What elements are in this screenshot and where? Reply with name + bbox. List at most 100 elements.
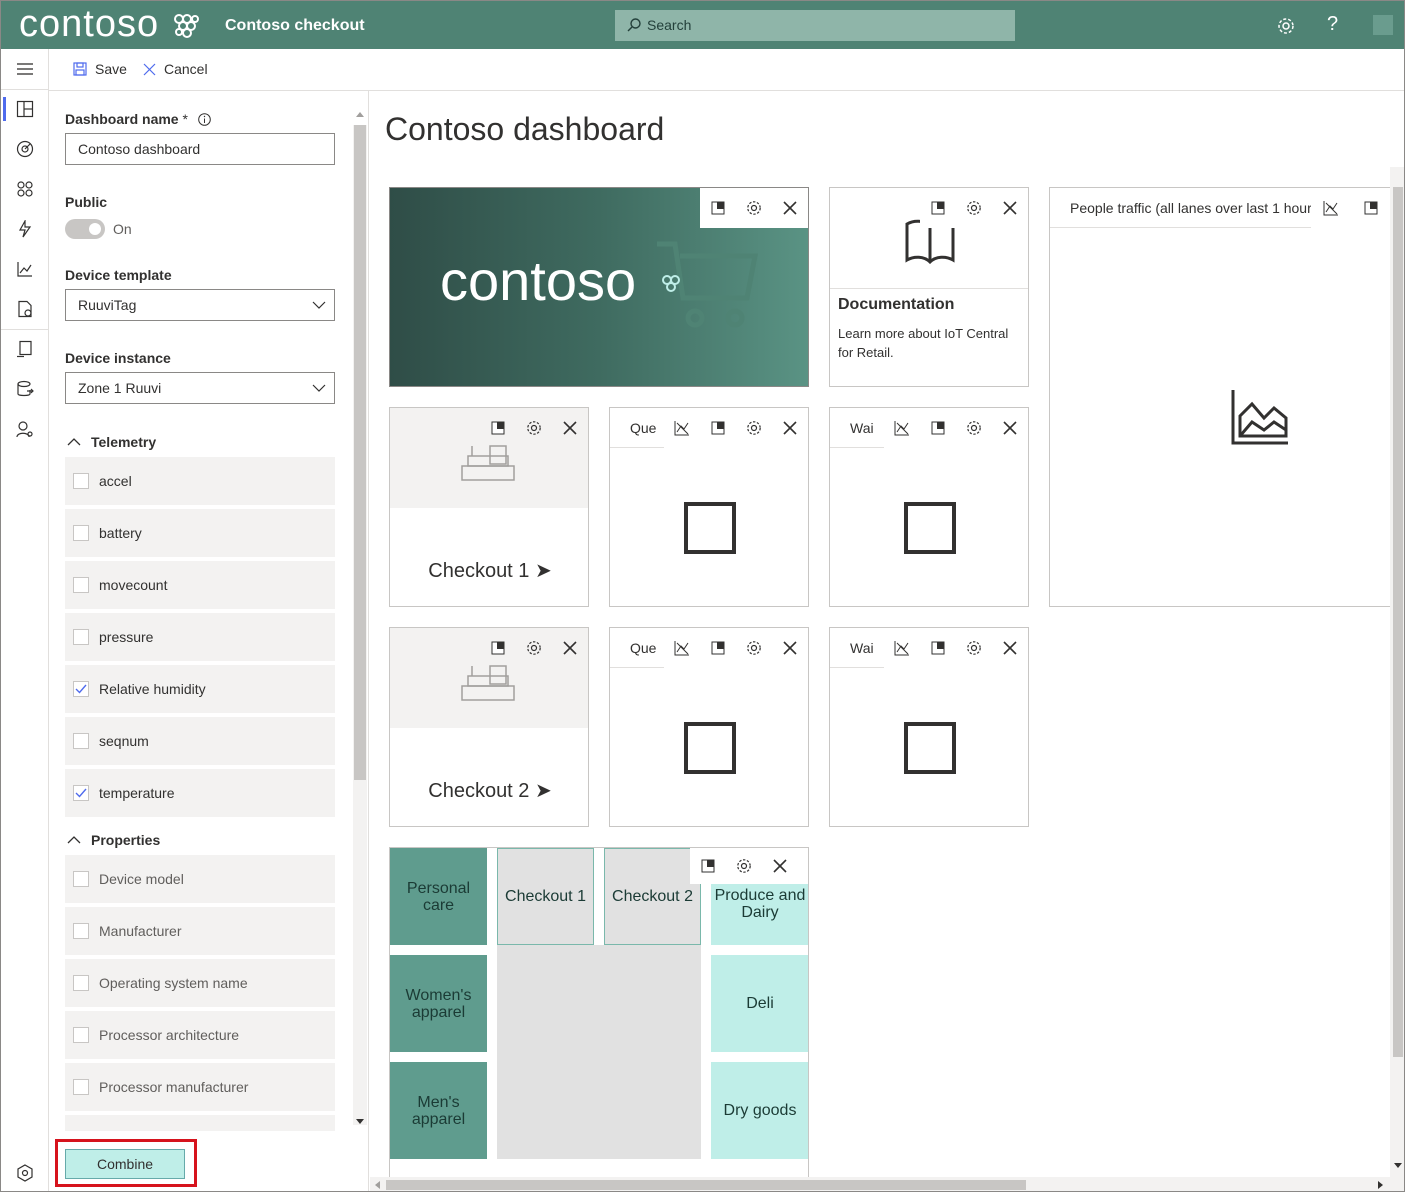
gear-icon[interactable]: [736, 200, 772, 216]
telemetry-checkbox-pressure[interactable]: pressure: [65, 613, 335, 661]
store-map-tile[interactable]: Personal care Checkout 1 Checkout 2 Prod…: [389, 847, 809, 1177]
scrollbar-thumb[interactable]: [1393, 187, 1403, 1057]
scrollbar-thumb[interactable]: [386, 1180, 1026, 1190]
checkbox[interactable]: [73, 473, 89, 489]
wait-time-tile-1[interactable]: Wai: [829, 407, 1029, 607]
nav-jobs-icon[interactable]: [1, 289, 49, 329]
dashboard-horizontal-scrollbar[interactable]: [370, 1177, 1404, 1191]
checkbox[interactable]: [73, 733, 89, 749]
telemetry-checkbox-seqnum[interactable]: seqnum: [65, 717, 335, 765]
store-zone-checkout-2[interactable]: Checkout 2: [604, 848, 701, 945]
telemetry-section-toggle[interactable]: Telemetry: [67, 434, 156, 450]
nav-device-groups-icon[interactable]: [1, 169, 49, 209]
checkbox[interactable]: [73, 871, 89, 887]
brand-logo[interactable]: contoso: [19, 3, 159, 46]
close-icon[interactable]: [772, 641, 808, 655]
scrollbar-thumb[interactable]: [354, 125, 366, 780]
resize-tile-icon[interactable]: [1351, 201, 1391, 215]
telemetry-checkbox-temperature[interactable]: temperature: [65, 769, 335, 817]
nav-app-settings-icon[interactable]: [1, 1153, 49, 1191]
checkout-2-tile[interactable]: Checkout 2 ➤: [389, 627, 589, 827]
nav-rules-icon[interactable]: [1, 209, 49, 249]
help-icon[interactable]: ?: [1327, 13, 1338, 36]
checkbox[interactable]: [73, 975, 89, 991]
gear-icon[interactable]: [516, 640, 552, 656]
properties-section-toggle[interactable]: Properties: [67, 832, 160, 848]
close-icon[interactable]: [772, 421, 808, 435]
property-checkbox-os-name[interactable]: Operating system name: [65, 959, 335, 1007]
checkout-1-tile[interactable]: Checkout 1 ➤: [389, 407, 589, 607]
store-zone-womens-apparel[interactable]: Women's apparel: [390, 955, 487, 1052]
checkbox-checked[interactable]: [73, 681, 89, 697]
close-icon[interactable]: [552, 641, 588, 655]
property-checkbox-device-model[interactable]: Device model: [65, 855, 335, 903]
nav-dashboard-icon[interactable]: [1, 89, 49, 129]
panel-scrollbar[interactable]: [353, 107, 367, 1131]
resize-tile-icon[interactable]: [920, 421, 956, 435]
combine-button[interactable]: Combine: [65, 1149, 185, 1179]
chart-type-icon[interactable]: [884, 640, 920, 656]
property-checkbox-manufacturer[interactable]: Manufacturer: [65, 907, 335, 955]
checkout-2-label[interactable]: Checkout 2 ➤: [390, 778, 588, 803]
telemetry-checkbox-battery[interactable]: battery: [65, 509, 335, 557]
dashboard-name-field[interactable]: Contoso dashboard: [65, 133, 335, 165]
chart-type-icon[interactable]: [664, 420, 700, 436]
nav-device-templates-icon[interactable]: [1, 329, 49, 369]
resize-tile-icon[interactable]: [480, 641, 516, 655]
resize-tile-icon[interactable]: [480, 421, 516, 435]
store-zone-deli[interactable]: Deli: [711, 955, 808, 1052]
resize-tile-icon[interactable]: [690, 859, 726, 873]
checkbox[interactable]: [73, 577, 89, 593]
nav-analytics-icon[interactable]: [1, 249, 49, 289]
chart-type-icon[interactable]: [1311, 200, 1351, 216]
close-icon[interactable]: [992, 421, 1028, 435]
telemetry-checkbox-accel[interactable]: accel: [65, 457, 335, 505]
close-icon[interactable]: [992, 641, 1028, 655]
gear-icon[interactable]: [956, 420, 992, 436]
hamburger-menu-icon[interactable]: [1, 49, 49, 89]
checkbox-checked[interactable]: [73, 785, 89, 801]
checkbox[interactable]: [73, 1027, 89, 1043]
gear-icon[interactable]: [1277, 17, 1295, 35]
store-zone-personal-care[interactable]: Personal care: [390, 848, 487, 945]
telemetry-checkbox-movecount[interactable]: movecount: [65, 561, 335, 609]
gear-icon[interactable]: [736, 640, 772, 656]
info-icon[interactable]: [198, 113, 211, 126]
telemetry-checkbox-relative-humidity[interactable]: Relative humidity: [65, 665, 335, 713]
nav-data-export-icon[interactable]: [1, 369, 49, 409]
store-zone-dry-goods[interactable]: Dry goods: [711, 1062, 808, 1159]
wait-time-tile-2[interactable]: Wai: [829, 627, 1029, 827]
close-icon[interactable]: [762, 859, 798, 873]
store-zone-mens-apparel[interactable]: Men's apparel: [390, 1062, 487, 1159]
nav-administration-icon[interactable]: [1, 409, 49, 449]
close-icon[interactable]: [772, 201, 808, 215]
avatar[interactable]: [1373, 15, 1393, 35]
search-box[interactable]: Search: [615, 10, 1015, 41]
gear-icon[interactable]: [956, 200, 992, 216]
cancel-button[interactable]: Cancel: [143, 61, 208, 77]
gear-icon[interactable]: [736, 420, 772, 436]
property-checkbox-processor-manufacturer[interactable]: Processor manufacturer: [65, 1063, 335, 1111]
queue-tile-2[interactable]: Que: [609, 627, 809, 827]
resize-tile-icon[interactable]: [700, 201, 736, 215]
gear-icon[interactable]: [516, 420, 552, 436]
resize-tile-icon[interactable]: [700, 421, 736, 435]
property-checkbox-processor-architecture[interactable]: Processor architecture: [65, 1011, 335, 1059]
dashboard-vertical-scrollbar[interactable]: [1390, 167, 1404, 1177]
nav-devices-icon[interactable]: [1, 129, 49, 169]
queue-tile-1[interactable]: Que: [609, 407, 809, 607]
close-icon[interactable]: [992, 201, 1028, 215]
device-instance-dropdown[interactable]: Zone 1 Ruuvi: [65, 372, 335, 404]
documentation-body[interactable]: Learn more about IoT Central for Retail.: [838, 324, 1024, 362]
gear-icon[interactable]: [726, 858, 762, 874]
checkbox[interactable]: [73, 525, 89, 541]
checkout-1-label[interactable]: Checkout 1 ➤: [390, 558, 588, 583]
checkbox[interactable]: [73, 629, 89, 645]
public-toggle[interactable]: [65, 219, 105, 239]
gear-icon[interactable]: [956, 640, 992, 656]
save-button[interactable]: Save: [73, 61, 127, 77]
checkbox[interactable]: [73, 1079, 89, 1095]
documentation-tile[interactable]: Documentation Learn more about IoT Centr…: [829, 187, 1029, 387]
people-traffic-tile[interactable]: People traffic (all lanes over last 1 ho…: [1049, 187, 1391, 607]
chart-type-icon[interactable]: [664, 640, 700, 656]
